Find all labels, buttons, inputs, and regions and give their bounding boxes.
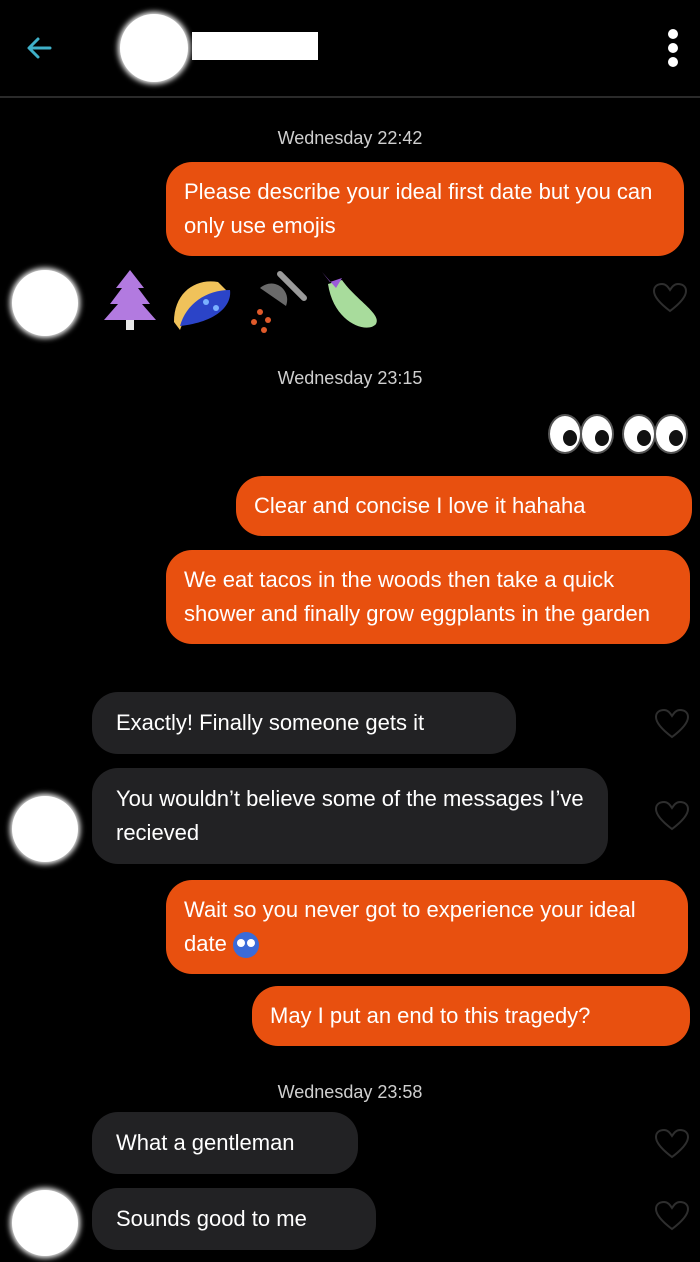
- incoming-message[interactable]: Sounds good to me: [92, 1188, 376, 1250]
- timestamp: Wednesday 23:15: [277, 368, 423, 388]
- outgoing-message[interactable]: May I put an end to this tragedy?: [252, 986, 690, 1046]
- taco-icon: [174, 281, 231, 330]
- contact-avatar[interactable]: [12, 270, 78, 336]
- shower-icon: [251, 271, 307, 333]
- heart-icon[interactable]: [654, 800, 690, 832]
- contact-name-redacted[interactable]: [192, 32, 318, 60]
- eye-icon: [548, 414, 582, 454]
- eye-icon: [580, 414, 614, 454]
- eye-icon: [622, 414, 656, 454]
- incoming-message[interactable]: You wouldn’t believe some of the message…: [92, 768, 608, 864]
- eggplant-icon: [322, 272, 377, 328]
- contact-avatar[interactable]: [120, 14, 188, 82]
- incoming-message[interactable]: Exactly! Finally someone gets it: [92, 692, 516, 754]
- flushed-face-icon: [232, 932, 259, 959]
- eye-icon: [654, 414, 688, 454]
- outgoing-message[interactable]: Clear and concise I love it hahaha: [236, 476, 692, 536]
- outgoing-message[interactable]: We eat tacos in the woods then take a qu…: [166, 550, 690, 644]
- heart-icon[interactable]: [652, 282, 688, 314]
- timestamp: Wednesday 22:42: [277, 128, 423, 148]
- outgoing-message[interactable]: Wait so you never got to experience your…: [166, 880, 688, 974]
- contact-avatar[interactable]: [12, 1190, 78, 1256]
- contact-avatar[interactable]: [12, 796, 78, 862]
- heart-icon[interactable]: [654, 708, 690, 740]
- chat-header: [0, 0, 700, 98]
- arrow-left-icon[interactable]: [22, 30, 58, 66]
- heart-icon[interactable]: [654, 1128, 690, 1160]
- timestamp: Wednesday 23:58: [277, 1082, 423, 1102]
- outgoing-message[interactable]: Please describe your ideal first date bu…: [166, 162, 684, 256]
- heart-icon[interactable]: [654, 1200, 690, 1232]
- more-vertical-icon[interactable]: [665, 26, 681, 76]
- incoming-message[interactable]: What a gentleman: [92, 1112, 358, 1174]
- evergreen-tree-icon: [104, 270, 156, 330]
